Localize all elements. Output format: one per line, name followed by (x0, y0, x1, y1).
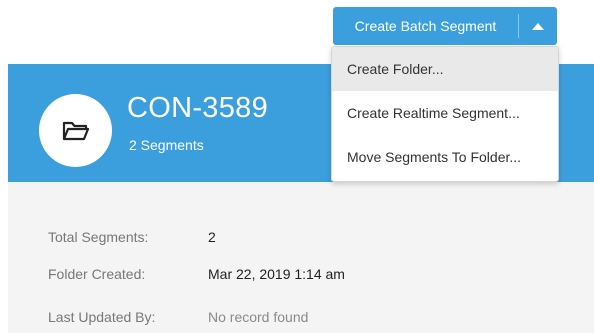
last-updated-value: No record found (208, 309, 309, 325)
create-batch-segment-split-button: Create Batch Segment (333, 7, 557, 45)
dropdown-toggle-button[interactable] (519, 7, 557, 45)
create-batch-segment-button[interactable]: Create Batch Segment (333, 7, 518, 45)
folder-avatar (39, 94, 112, 167)
total-segments-label: Total Segments: (48, 229, 149, 245)
folder-icon (62, 121, 89, 140)
segment-count: 2 Segments (129, 137, 204, 153)
menu-item-create-folder[interactable]: Create Folder... (332, 47, 558, 91)
total-segments-value: 2 (208, 229, 216, 245)
folder-title: CON-3589 (127, 92, 269, 124)
folder-created-label: Folder Created: (48, 266, 146, 282)
create-actions-menu: Create Folder... Create Realtime Segment… (331, 46, 559, 182)
menu-item-create-realtime-segment[interactable]: Create Realtime Segment... (332, 91, 558, 135)
menu-item-move-segments-to-folder[interactable]: Move Segments To Folder... (332, 135, 558, 179)
folder-created-value: Mar 22, 2019 1:14 am (208, 266, 345, 282)
caret-up-icon (532, 22, 544, 30)
last-updated-label: Last Updated By: (48, 309, 156, 325)
